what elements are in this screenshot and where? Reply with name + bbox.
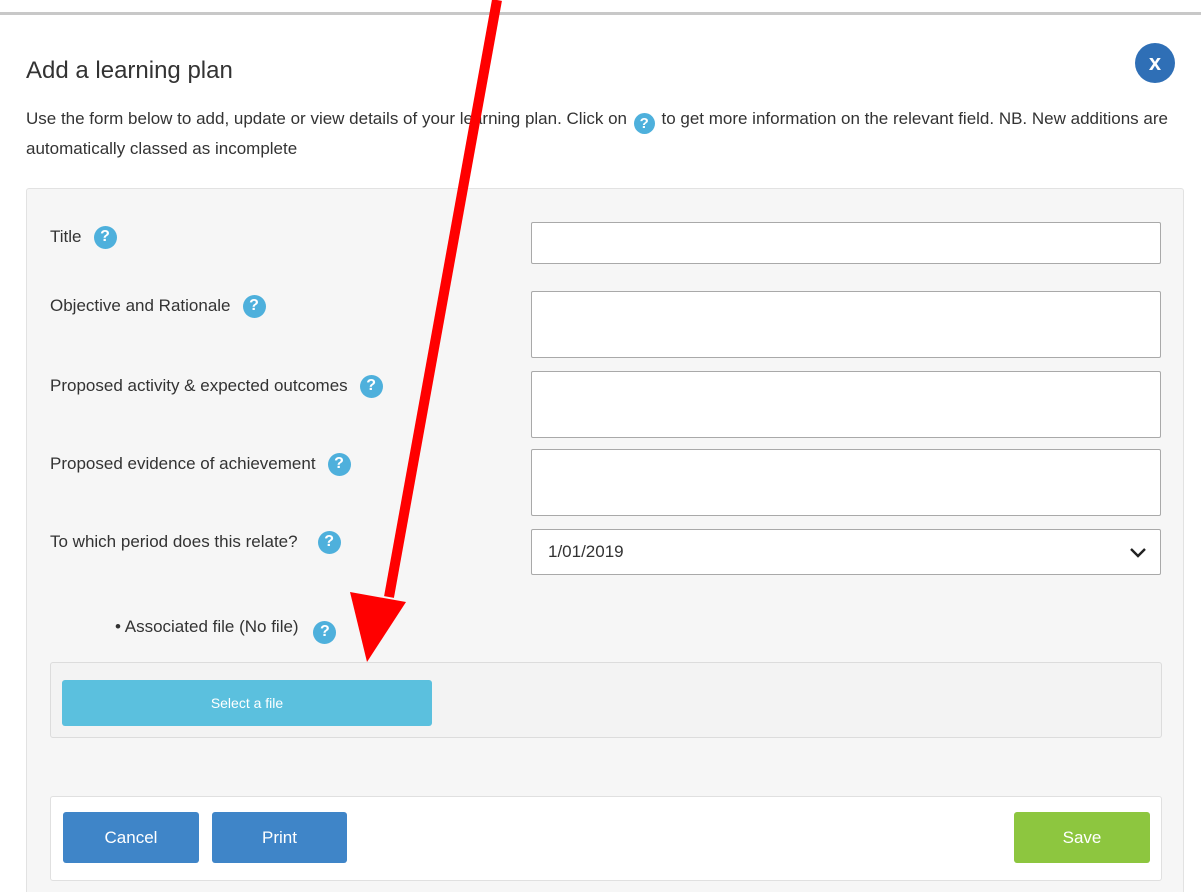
title-label-row: Title ? (50, 225, 117, 249)
cancel-button[interactable]: Cancel (63, 812, 199, 863)
evidence-label-row: Proposed evidence of achievement ? (50, 452, 351, 476)
save-button[interactable]: Save (1014, 812, 1150, 863)
help-icon[interactable]: ? (359, 374, 383, 398)
close-button[interactable]: x (1135, 43, 1175, 83)
help-icon: ? (633, 113, 655, 134)
top-divider (0, 12, 1201, 15)
print-button[interactable]: Print (212, 812, 347, 863)
help-icon[interactable]: ? (327, 452, 351, 476)
screen: Add a learning plan x Use the form below… (0, 0, 1201, 892)
action-bar: Cancel Print Save (50, 796, 1162, 881)
help-icon[interactable]: ? (317, 530, 341, 554)
period-selected-value: 1/01/2019 (548, 542, 624, 561)
help-icon[interactable]: ? (313, 620, 337, 644)
select-file-button[interactable]: Select a file (62, 680, 432, 726)
intro-text-start: Use the form below to add, update or vie… (26, 109, 627, 128)
activity-label-row: Proposed activity & expected outcomes ? (50, 374, 383, 398)
intro-text: Use the form below to add, update or vie… (26, 104, 1181, 163)
help-icon[interactable]: ? (93, 225, 117, 249)
period-select[interactable]: 1/01/2019 (531, 529, 1161, 575)
activity-label: Proposed activity & expected outcomes (50, 376, 348, 395)
help-icon[interactable]: ? (242, 294, 266, 318)
evidence-label: Proposed evidence of achievement (50, 454, 316, 473)
evidence-textarea[interactable] (531, 449, 1161, 516)
objective-textarea[interactable] (531, 291, 1161, 358)
file-upload-box: Select a file (50, 662, 1162, 738)
objective-label-row: Objective and Rationale ? (50, 294, 266, 318)
chevron-down-icon (1130, 542, 1146, 563)
objective-label: Objective and Rationale (50, 296, 231, 315)
associated-file-label: • Associated file (No file) ? (115, 617, 337, 644)
period-label: To which period does this relate? (50, 532, 298, 551)
period-label-row: To which period does this relate? ? (50, 530, 341, 554)
title-label: Title (50, 227, 82, 246)
associated-file-text: • Associated file (No file) (115, 617, 299, 636)
dialog-title: Add a learning plan (26, 57, 233, 84)
activity-textarea[interactable] (531, 371, 1161, 438)
title-input[interactable] (531, 222, 1161, 264)
learning-plan-form: Title ? Objective and Rationale ? Propos… (26, 188, 1184, 892)
